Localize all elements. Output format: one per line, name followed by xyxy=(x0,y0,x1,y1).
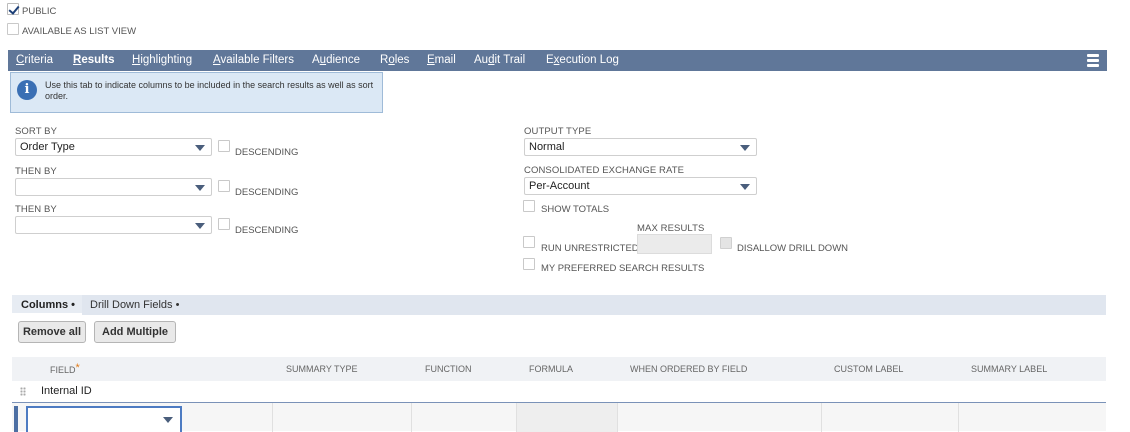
custom-label-cell[interactable] xyxy=(822,403,959,432)
chevron-down-icon xyxy=(740,184,750,190)
header-when-ordered-by-field: WHEN ORDERED BY FIELD xyxy=(630,364,748,374)
output-type-value: Normal xyxy=(529,141,565,153)
descending-checkbox-1[interactable] xyxy=(218,140,230,152)
chevron-down-icon xyxy=(195,185,205,191)
info-icon: i xyxy=(17,80,37,100)
info-box: i Use this tab to indicate columns to be… xyxy=(10,72,383,113)
exchange-rate-select[interactable]: Per-Account xyxy=(524,177,757,195)
then-by-select-2[interactable] xyxy=(15,216,212,234)
then-by-select-1[interactable] xyxy=(15,178,212,196)
summary-type-cell[interactable] xyxy=(190,403,273,432)
preferred-results-checkbox[interactable] xyxy=(523,258,535,270)
sort-by-value: Order Type xyxy=(20,141,75,153)
sublist-header: FIELD* SUMMARY TYPE FUNCTION FORMULA WHE… xyxy=(12,357,1106,381)
run-unrestricted-checkbox[interactable] xyxy=(523,236,535,248)
descending-label-1: DESCENDING xyxy=(235,147,299,158)
menu-icon[interactable] xyxy=(1087,54,1099,67)
descending-checkbox-3[interactable] xyxy=(218,218,230,230)
descending-label-3: DESCENDING xyxy=(235,225,299,236)
show-totals-label: SHOW TOTALS xyxy=(541,204,610,215)
disallow-drill-down-checkbox[interactable] xyxy=(720,237,732,249)
run-unrestricted-label: RUN UNRESTRICTED xyxy=(541,243,639,254)
max-results-label: MAX RESULTS xyxy=(637,223,705,234)
tab-audit-trail[interactable]: Audit Trail xyxy=(474,54,525,66)
field-select[interactable] xyxy=(26,406,182,432)
table-row[interactable]: Internal ID xyxy=(12,381,1106,402)
sort-by-select[interactable]: Order Type xyxy=(15,138,212,156)
header-field: FIELD* xyxy=(50,362,80,376)
disallow-drill-down-label: DISALLOW DRILL DOWN xyxy=(737,243,849,254)
then-by-label-1: THEN BY xyxy=(15,166,57,177)
available-as-list-view-checkbox[interactable] xyxy=(7,23,19,35)
descending-label-2: DESCENDING xyxy=(235,187,299,198)
output-type-select[interactable]: Normal xyxy=(524,138,757,156)
when-ordered-by-field-cell[interactable] xyxy=(618,403,822,432)
header-summary-label: SUMMARY LABEL xyxy=(971,364,1048,374)
show-totals-checkbox[interactable] xyxy=(523,200,535,212)
chevron-down-icon xyxy=(163,417,173,423)
summary-label-cell[interactable] xyxy=(959,403,1106,432)
exchange-rate-label: CONSOLIDATED EXCHANGE RATE xyxy=(524,165,685,176)
tab-criteria[interactable]: Criteria xyxy=(16,54,53,66)
function-cell[interactable] xyxy=(412,403,517,432)
header-function: FUNCTION xyxy=(425,364,472,374)
public-label: PUBLIC xyxy=(22,6,57,17)
output-type-label: OUTPUT TYPE xyxy=(524,126,592,137)
tab-email[interactable]: Email xyxy=(427,54,456,66)
summary-type-cell-2[interactable] xyxy=(273,403,412,432)
descending-checkbox-2[interactable] xyxy=(218,180,230,192)
chevron-down-icon xyxy=(195,145,205,151)
available-as-list-view-label: AVAILABLE AS LIST VIEW xyxy=(22,26,137,37)
chevron-down-icon xyxy=(195,223,205,229)
header-formula: FORMULA xyxy=(529,364,574,374)
header-field-text: FIELD xyxy=(50,365,76,375)
preferred-results-label: MY PREFERRED SEARCH RESULTS xyxy=(541,263,705,274)
drag-handle-icon[interactable] xyxy=(20,387,26,396)
row-field-value: Internal ID xyxy=(41,385,92,397)
then-by-label-2: THEN BY xyxy=(15,204,57,215)
sublist-subtabs: Columns • Drill Down Fields • xyxy=(12,295,1106,315)
edit-row xyxy=(12,402,1106,432)
chevron-down-icon xyxy=(740,145,750,151)
subtab-columns[interactable]: Columns • xyxy=(12,295,82,315)
formula-cell[interactable] xyxy=(517,403,618,432)
exchange-rate-value: Per-Account xyxy=(529,180,590,192)
tab-bar: Criteria Results Highlighting Available … xyxy=(8,50,1107,71)
info-text: Use this tab to indicate columns to be i… xyxy=(45,80,374,101)
add-multiple-button[interactable]: Add Multiple xyxy=(94,321,176,343)
public-checkbox[interactable] xyxy=(7,3,19,15)
header-summary-type: SUMMARY TYPE xyxy=(286,364,358,374)
tab-roles[interactable]: Roles xyxy=(380,54,409,66)
header-custom-label: CUSTOM LABEL xyxy=(834,364,904,374)
required-mark: * xyxy=(75,362,80,374)
edit-row-marker xyxy=(14,406,18,432)
remove-all-button[interactable]: Remove all xyxy=(18,321,86,343)
tab-highlighting[interactable]: Highlighting xyxy=(132,54,192,66)
max-results-input[interactable] xyxy=(637,234,712,254)
subtab-drill-down-fields[interactable]: Drill Down Fields • xyxy=(90,299,179,311)
tab-audience[interactable]: Audience xyxy=(312,54,360,66)
tab-execution-log[interactable]: Execution Log xyxy=(546,54,619,66)
sort-by-label: SORT BY xyxy=(15,126,58,137)
tab-results[interactable]: Results xyxy=(73,54,115,66)
tab-available-filters[interactable]: Available Filters xyxy=(213,54,294,66)
